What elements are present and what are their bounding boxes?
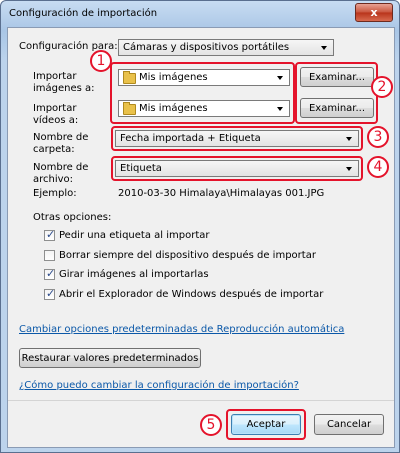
config-for-value: Cámaras y dispositivos portátiles [123,42,290,53]
callout-number: 2 [377,79,387,95]
file-name-label-2: archivo: [33,174,74,185]
callout-highlight-5 [226,409,306,440]
open-explorer-option: Abrir el Explorador de Windows después d… [59,289,324,300]
callout-number: 5 [206,417,216,433]
other-options-heading: Otras opciones: [33,212,112,223]
checkmark-icon: ✓ [46,267,56,280]
checkmark-icon: ✓ [46,287,56,300]
close-button[interactable]: x [355,3,393,22]
rotate-images-option: Girar imágenes al importarlas [59,269,209,280]
callout-number: 4 [373,159,383,175]
restore-defaults-button[interactable]: Restaurar valores predeterminados [19,348,201,368]
cancel-button[interactable]: Cancelar [314,414,384,435]
callout-highlight-2 [295,62,378,124]
callout-highlight-1 [110,62,295,124]
always-delete-option: Borrar siempre del dispositivo después d… [59,250,316,261]
callout-number: 1 [96,53,106,69]
folder-name-label-2: carpeta: [33,144,75,155]
footer-divider [8,400,394,401]
ask-label-option: Pedir una etiqueta al importar [59,230,210,241]
open-explorer-checkbox[interactable]: ✓ [44,287,56,300]
window-title: Configuración de importación [9,8,158,19]
import-videos-label-2: vídeos a: [33,115,79,126]
checkmark-icon: ✓ [46,228,56,241]
dialog-window: Configuración de importación x Configura… [0,0,400,453]
callout-badge-1: 1 [90,50,112,72]
dialog-body: Configuración para: Cámaras y dispositiv… [7,27,395,448]
always-delete-checkbox[interactable] [44,250,55,261]
example-value: 2010-03-30 Himalaya\Himalayas 001.JPG [118,188,325,199]
callout-badge-2: 2 [371,76,393,98]
restore-defaults-label: Restaurar valores predeterminados [21,352,199,364]
folder-name-label-1: Nombre de [33,132,89,143]
close-icon: x [370,6,378,19]
import-images-label-2: imágenes a: [33,83,95,94]
autoplay-settings-link[interactable]: Cambiar opciones predeterminadas de Repr… [19,324,344,335]
chevron-down-icon [321,46,327,50]
import-images-label-1: Importar [33,71,77,82]
ask-label-checkbox[interactable]: ✓ [44,228,56,241]
help-link[interactable]: ¿Cómo puedo cambiar la configuración de … [19,380,299,391]
cancel-label: Cancelar [326,419,372,430]
title-bar[interactable]: Configuración de importación x [1,1,399,27]
callout-badge-5: 5 [200,414,222,436]
callout-badge-3: 3 [367,126,389,148]
file-name-label-1: Nombre de [33,162,89,173]
callout-number: 3 [373,129,383,145]
rotate-images-checkbox[interactable]: ✓ [44,267,56,280]
callout-badge-4: 4 [367,156,389,178]
callout-highlight-4 [111,156,363,181]
config-for-dropdown[interactable]: Cámaras y dispositivos portátiles [118,39,334,56]
example-label: Ejemplo: [33,188,77,199]
callout-highlight-3 [111,126,363,151]
import-videos-label-1: Importar [33,103,77,114]
